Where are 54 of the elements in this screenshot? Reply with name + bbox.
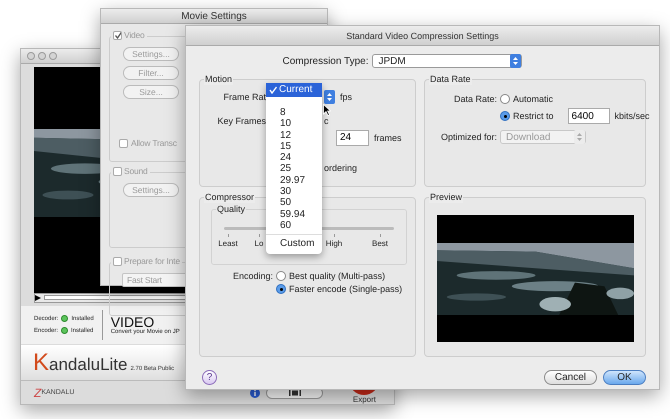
menu-item[interactable]: 30 bbox=[266, 186, 322, 198]
group-legend: Quality bbox=[216, 203, 246, 215]
checkbox-label: Sound bbox=[124, 166, 148, 176]
group-legend: Data Rate bbox=[429, 73, 472, 85]
export-label: Export bbox=[352, 395, 376, 404]
brand-mark: Z bbox=[34, 386, 42, 400]
logo-initial: K bbox=[33, 348, 50, 378]
checkbox-label: Video bbox=[124, 30, 145, 40]
compression-type-popup[interactable]: JPDM bbox=[372, 54, 522, 68]
group-legend: Motion bbox=[204, 73, 234, 85]
dialog-button[interactable]: OK bbox=[603, 370, 646, 384]
checkbox-label: ordering bbox=[324, 163, 358, 173]
field-label: Data Rate: bbox=[452, 94, 497, 104]
dialog-button[interactable]: Cancel bbox=[544, 370, 597, 384]
radio-label: Restrict to bbox=[513, 111, 554, 121]
logo-name: andaluLite bbox=[49, 355, 128, 375]
field-label: Encoding: bbox=[233, 271, 274, 283]
menu-item[interactable]: 29.97 bbox=[266, 174, 322, 186]
tick-label: High bbox=[326, 239, 342, 248]
group-legend: Compressor bbox=[204, 191, 256, 203]
radio-label: Automatic bbox=[513, 94, 554, 104]
menu-item[interactable]: 25 bbox=[266, 163, 322, 175]
field-label: Key Frames bbox=[216, 116, 266, 126]
product-title: VIDEO bbox=[110, 314, 154, 329]
menu-item[interactable]: Custom bbox=[266, 238, 322, 250]
tick-label: Lo bbox=[254, 239, 264, 248]
field-label: Compression Type: bbox=[282, 56, 368, 66]
unit-label: frames bbox=[374, 132, 402, 142]
radio-label: Faster encode (Single-pass) bbox=[289, 284, 402, 294]
checkbox-label: Allow Transc bbox=[131, 138, 177, 148]
menu-item[interactable]: 24 bbox=[266, 152, 322, 164]
menu-item[interactable]: 8 bbox=[266, 107, 322, 118]
key-frames-field[interactable]: 24 bbox=[336, 130, 369, 146]
menu-item[interactable]: 15 bbox=[266, 140, 322, 152]
menu-item[interactable]: 10 bbox=[266, 118, 322, 130]
unit-label: kbits/sec bbox=[614, 111, 650, 121]
window-title: Movie Settings bbox=[181, 10, 247, 22]
tick-label: Least bbox=[218, 239, 238, 248]
field-label: Frame Rat bbox=[222, 92, 266, 102]
window-title: Standard Video Compression Settings bbox=[346, 30, 499, 40]
unit-label: fps bbox=[340, 92, 352, 102]
tick-label: Best bbox=[372, 239, 388, 248]
help-button[interactable]: ? bbox=[202, 370, 217, 384]
menu-item[interactable]: 59.94 bbox=[266, 208, 322, 220]
menu-item[interactable]: Current bbox=[266, 83, 322, 97]
group-legend: Preview bbox=[429, 191, 464, 203]
radio-label: Best quality (Multi-pass) bbox=[289, 271, 386, 281]
menu-item[interactable]: 12 bbox=[266, 130, 322, 141]
label-fragment: c bbox=[324, 116, 328, 126]
menu-item[interactable]: 60 bbox=[266, 220, 322, 232]
menu-item[interactable]: 50 bbox=[266, 197, 322, 209]
data-rate-field[interactable]: 6400 bbox=[568, 108, 610, 124]
checkbox-label: Prepare for Inte bbox=[124, 256, 180, 266]
field-label: Optimized for: bbox=[440, 132, 497, 142]
